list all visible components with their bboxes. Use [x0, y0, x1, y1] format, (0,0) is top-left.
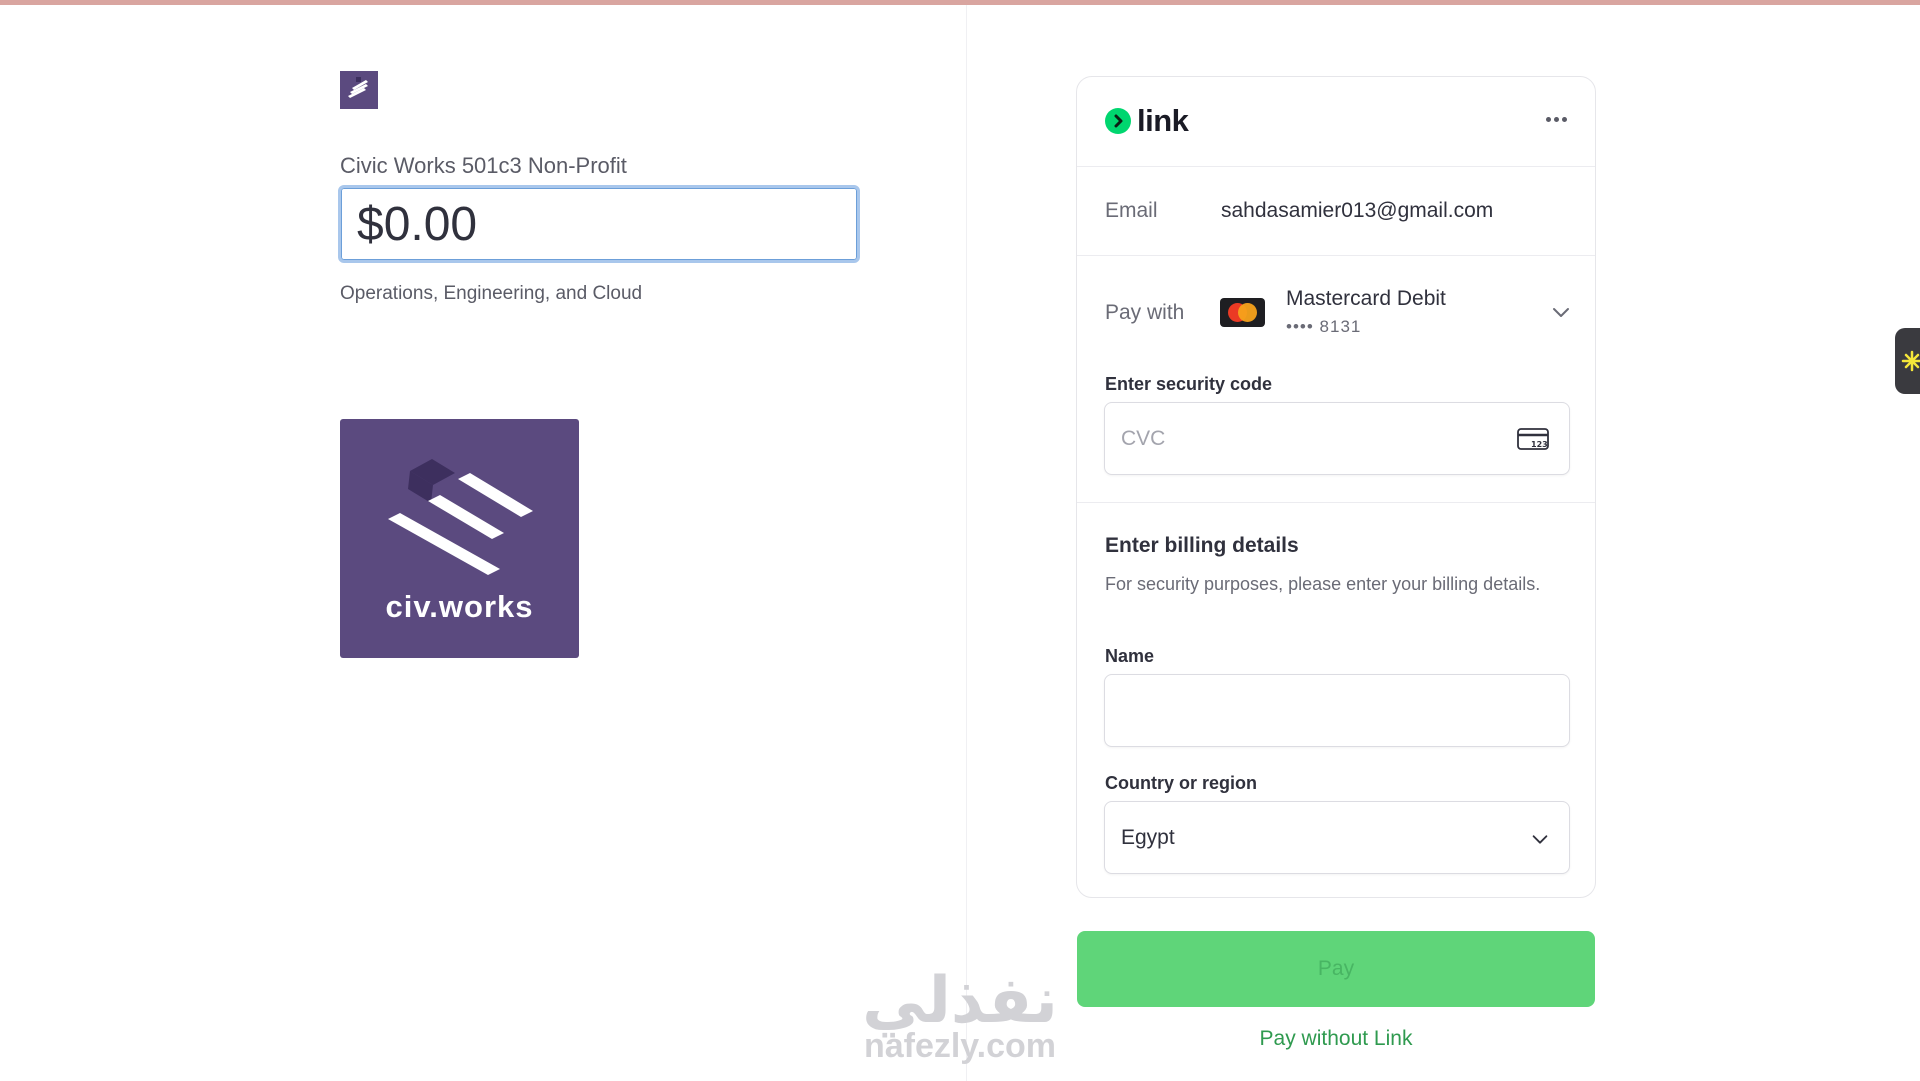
pay-with-label: Pay with: [1105, 301, 1185, 324]
section-divider: [1077, 502, 1595, 503]
name-input[interactable]: [1104, 674, 1570, 747]
link-card: link Email sahdasamier013@gmail.com Pay …: [1076, 76, 1596, 898]
merchant-name: Civic Works 501c3 Non-Profit: [340, 153, 627, 178]
more-options-icon[interactable]: [1539, 105, 1573, 133]
link-logo: link: [1105, 103, 1189, 139]
email-label: Email: [1105, 199, 1158, 222]
card-cvc-icon: 123: [1517, 428, 1549, 450]
security-code-label: Enter security code: [1105, 374, 1273, 394]
card-last4: •••• 8131: [1286, 317, 1362, 336]
link-brand-text: link: [1137, 103, 1189, 138]
merchant-logo: civ.works: [340, 419, 579, 658]
billing-title: Enter billing details: [1105, 534, 1299, 557]
chevron-down-icon: [1532, 835, 1548, 844]
sparkle-icon: [1901, 350, 1920, 372]
merchant-logo-text: civ.works: [385, 589, 534, 624]
billing-description: For security purposes, please enter your…: [1105, 574, 1541, 594]
card-name: Mastercard Debit: [1286, 287, 1446, 310]
cvc-placeholder: CVC: [1121, 427, 1166, 450]
pay-with-selector[interactable]: Pay with Mastercard Debit •••• 8131: [1077, 256, 1595, 346]
pay-without-link-button[interactable]: Pay without Link: [1077, 1027, 1595, 1051]
merchant-small-logo[interactable]: [340, 71, 378, 109]
side-widget-tab[interactable]: [1895, 328, 1920, 394]
country-select[interactable]: Egypt: [1104, 801, 1570, 874]
link-header: link: [1077, 77, 1595, 167]
link-arrow-icon: [1105, 108, 1131, 134]
cvc-input[interactable]: CVC 123: [1104, 402, 1570, 475]
merchant-description: Operations, Engineering, and Cloud: [340, 283, 643, 304]
country-label: Country or region: [1105, 773, 1257, 793]
svg-text:123: 123: [1531, 440, 1548, 449]
pay-button-label: Pay: [1317, 957, 1355, 980]
watermark: نفذلي nafezly.com: [850, 965, 1070, 1063]
email-value: sahdasamier013@gmail.com: [1221, 199, 1494, 222]
email-row: Email sahdasamier013@gmail.com: [1077, 167, 1595, 256]
mastercard-icon: [1220, 298, 1265, 327]
amount-value: $0.00: [357, 197, 478, 251]
watermark-arabic: نفذلي: [862, 964, 1058, 1036]
chevron-down-icon: [1553, 308, 1569, 317]
country-value: Egypt: [1121, 826, 1175, 849]
watermark-latin: nafezly.com: [863, 1027, 1057, 1065]
amount-input[interactable]: $0.00: [338, 185, 860, 263]
name-label: Name: [1105, 646, 1155, 666]
pay-button[interactable]: Pay: [1077, 931, 1595, 1007]
